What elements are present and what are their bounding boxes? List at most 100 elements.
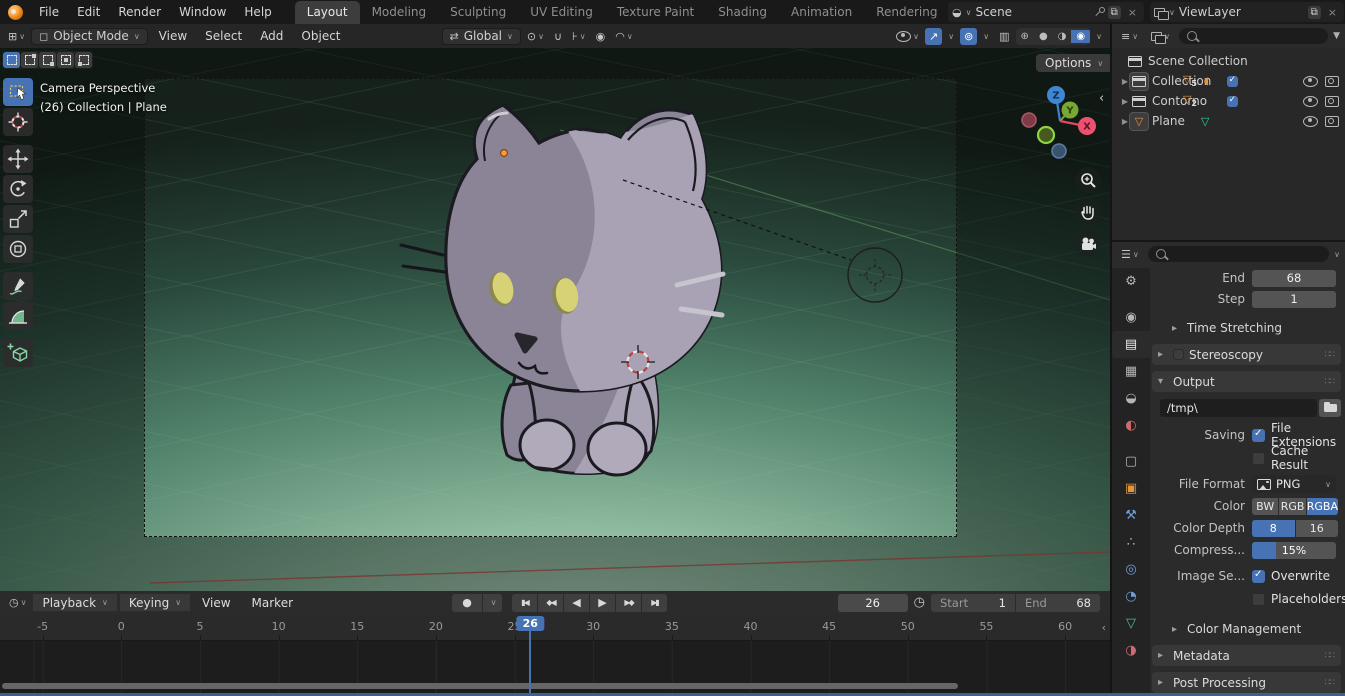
- shading-material-button[interactable]: ◑: [1053, 30, 1072, 43]
- transport-previous-keyframe[interactable]: ◆◀: [538, 593, 563, 612]
- browse-folder-button[interactable]: [1319, 399, 1341, 417]
- post-processing-panel[interactable]: ▸ Post Processing ∷∷: [1152, 672, 1341, 693]
- properties-tab-material[interactable]: ◑: [1112, 637, 1150, 664]
- chevron-down-icon[interactable]: ∨: [1334, 250, 1340, 259]
- timeline-tracks[interactable]: [0, 641, 1110, 693]
- menu-window[interactable]: Window: [170, 1, 235, 23]
- menu-help[interactable]: Help: [235, 1, 280, 23]
- output-panel[interactable]: ▾ Output ∷∷: [1152, 371, 1341, 392]
- timeline-ruler[interactable]: ‹ -5 0 5 10 15 20 25 30 35 40 45 50 55 60: [0, 614, 1110, 641]
- select-mode-subtract-button[interactable]: [39, 52, 56, 68]
- hide-eye-icon[interactable]: [1303, 95, 1318, 107]
- properties-editor-type-button[interactable]: ☰ ∨: [1117, 246, 1143, 263]
- tool-rotate[interactable]: [3, 175, 33, 203]
- outliner-row[interactable]: ▶ ▽ Plane ▽: [1112, 111, 1345, 131]
- viewport-menu-object[interactable]: Object: [292, 25, 349, 47]
- color-option-rgb[interactable]: RGB: [1279, 497, 1306, 515]
- workspace-tab-uv-editing[interactable]: UV Editing: [518, 1, 605, 24]
- gizmo-settings-button[interactable]: ∨: [944, 28, 958, 45]
- tool-scale[interactable]: [3, 205, 33, 233]
- outliner-row[interactable]: ▶ Contorno ▽2: [1112, 91, 1345, 111]
- exclude-checkbox[interactable]: [1227, 95, 1238, 107]
- placeholders-checkbox[interactable]: [1252, 592, 1265, 606]
- timeline-editor-type-button[interactable]: ◷ ∨: [5, 594, 30, 611]
- xray-toggle-button[interactable]: ▥: [995, 28, 1013, 45]
- editor-type-button[interactable]: ⊞ ∨: [4, 28, 29, 45]
- color-option-bw[interactable]: BW: [1252, 497, 1279, 515]
- playhead-frame-badge[interactable]: 26: [516, 616, 544, 631]
- properties-tab-modifiers[interactable]: ⚒: [1112, 502, 1150, 529]
- shading-solid-button[interactable]: ●: [1034, 30, 1053, 43]
- timeline-menu-keying[interactable]: Keying ∨: [119, 594, 191, 611]
- outliner-filter-id-button[interactable]: ∨: [1147, 28, 1174, 45]
- transport-jump-to-start[interactable]: ▮◀: [512, 593, 537, 612]
- select-mode-intersect-button[interactable]: [75, 52, 92, 68]
- tool-transform[interactable]: [3, 235, 33, 263]
- select-mode-extend-button[interactable]: [21, 52, 38, 68]
- empty-object[interactable]: [847, 247, 903, 303]
- frame-step-field[interactable]: 1: [1252, 290, 1336, 308]
- cache-result-checkbox[interactable]: [1252, 451, 1265, 465]
- disable-render-icon[interactable]: [1325, 115, 1339, 127]
- workspace-tab-modeling[interactable]: Modeling: [360, 1, 439, 24]
- color-management-panel[interactable]: ▸ Color Management: [1150, 619, 1345, 639]
- properties-tab-view-layer[interactable]: ▦: [1112, 358, 1150, 385]
- record-button[interactable]: ●: [452, 593, 482, 612]
- overwrite-checkbox[interactable]: [1252, 569, 1265, 583]
- outliner-item-label[interactable]: Collection: [1152, 74, 1211, 88]
- close-icon[interactable]: ×: [1325, 6, 1340, 19]
- workspace-tab-layout[interactable]: Layout: [294, 1, 360, 24]
- select-mode-invert-button[interactable]: [57, 52, 74, 68]
- panel-drag-dots[interactable]: ∷∷: [1325, 651, 1336, 661]
- tool-measure[interactable]: [3, 302, 33, 330]
- shading-rendered-button[interactable]: ◉: [1071, 29, 1091, 43]
- file-format-dropdown[interactable]: PNG ∨: [1252, 475, 1336, 493]
- outliner-row[interactable]: ▶ Collection ▽5 ◖: [1112, 71, 1345, 91]
- properties-tab-collection[interactable]: ▢: [1112, 448, 1150, 475]
- color-option-rgba[interactable]: RGBA: [1306, 497, 1338, 515]
- outliner-row[interactable]: Scene Collection: [1112, 51, 1345, 71]
- depth-option-16[interactable]: 16: [1295, 519, 1338, 537]
- tool-annotate[interactable]: [3, 272, 33, 300]
- frame-end-field[interactable]: 68: [1252, 269, 1336, 287]
- snap-settings-button[interactable]: ⊦ ∨: [568, 28, 590, 45]
- current-frame-field[interactable]: 26: [837, 593, 908, 612]
- file-extensions-checkbox[interactable]: [1252, 428, 1265, 442]
- pin-icon[interactable]: [1094, 7, 1105, 17]
- properties-tab-world[interactable]: ◐: [1112, 412, 1150, 439]
- time-stretching-panel[interactable]: ▸ Time Stretching: [1150, 318, 1345, 338]
- menu-render[interactable]: Render: [109, 1, 170, 23]
- metadata-panel[interactable]: ▸ Metadata ∷∷: [1152, 645, 1341, 666]
- filter-funnel-icon[interactable]: ▼: [1333, 31, 1340, 41]
- record-options-button[interactable]: ∨: [483, 593, 502, 612]
- properties-tab-scene[interactable]: ◒: [1112, 385, 1150, 412]
- transform-orientation-dropdown[interactable]: ⇄ Global ∨: [441, 27, 521, 45]
- disable-render-icon[interactable]: [1325, 75, 1339, 87]
- transport-next-keyframe[interactable]: ▶◆: [616, 593, 641, 612]
- show-overlays-button[interactable]: ⊚: [960, 27, 978, 45]
- scene-name[interactable]: Scene: [975, 5, 1089, 19]
- shading-settings-button[interactable]: ∨: [1092, 28, 1106, 45]
- viewlayer-name[interactable]: ViewLayer: [1179, 5, 1304, 19]
- tool-select-box[interactable]: [3, 78, 33, 106]
- stereoscopy-checkbox[interactable]: [1173, 349, 1184, 360]
- properties-tab-constraints[interactable]: ◔: [1112, 583, 1150, 610]
- show-gizmo-button[interactable]: ↗: [924, 27, 943, 45]
- new-scene-button[interactable]: ⧉: [1107, 5, 1121, 19]
- camera-view-button[interactable]: [1075, 231, 1101, 257]
- pan-hand-button[interactable]: [1075, 199, 1101, 225]
- tool-add-cube[interactable]: [3, 339, 33, 367]
- tool-move[interactable]: [3, 145, 33, 173]
- axis-neg-x[interactable]: [1021, 112, 1037, 128]
- expand-arrow-icon[interactable]: ▶: [1120, 77, 1130, 86]
- outliner-display-mode-button[interactable]: ≡ ∨: [1117, 28, 1142, 45]
- properties-tab-particles[interactable]: ∴: [1112, 529, 1150, 556]
- snap-target-button[interactable]: ⊙ ∨: [523, 28, 548, 45]
- axis-neg-y[interactable]: [1036, 125, 1056, 145]
- workspace-tab-animation[interactable]: Animation: [779, 1, 864, 24]
- blender-logo-icon[interactable]: [8, 4, 23, 20]
- outliner-item-label[interactable]: Scene Collection: [1148, 54, 1248, 68]
- workspace-tab-texture-paint[interactable]: Texture Paint: [605, 1, 706, 24]
- clock-icon[interactable]: ◷: [914, 595, 925, 610]
- timeline-menu-playback[interactable]: Playback ∨: [33, 594, 117, 611]
